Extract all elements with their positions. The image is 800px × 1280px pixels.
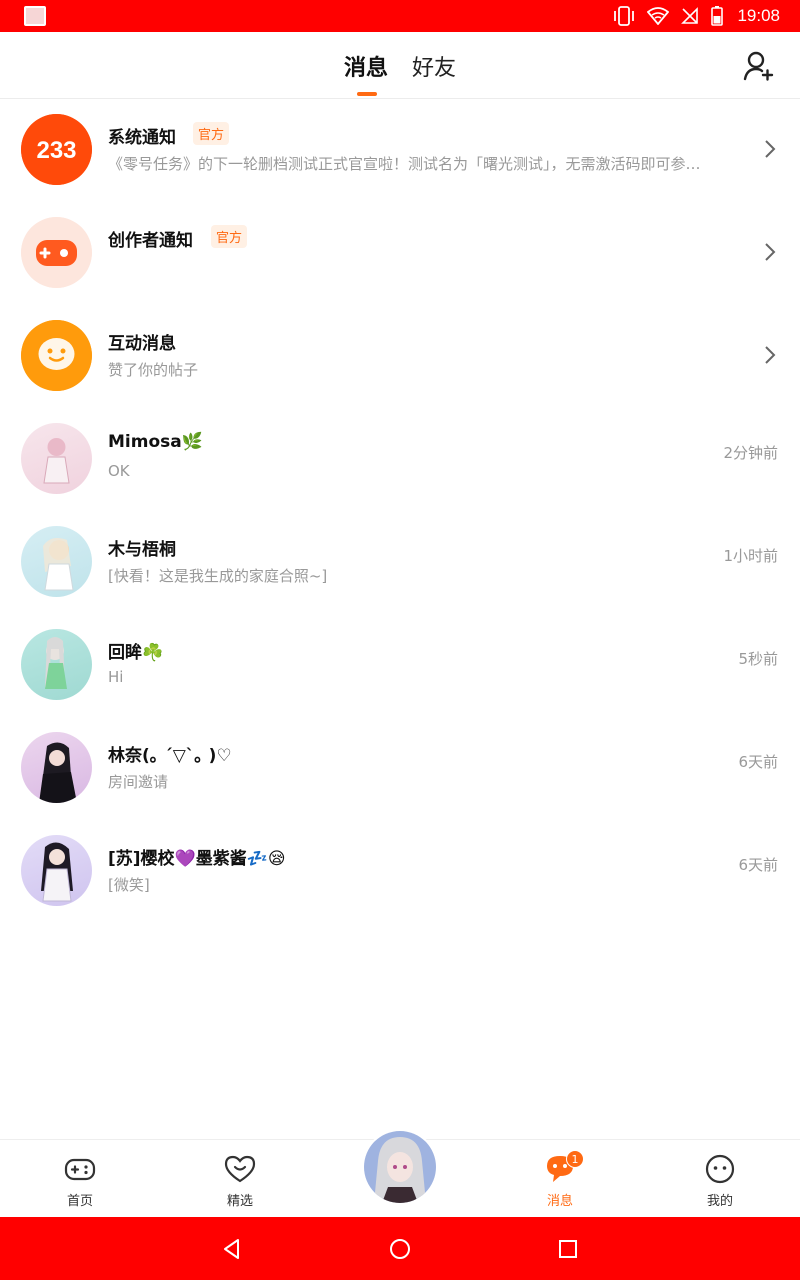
heart-icon xyxy=(224,1155,256,1183)
conversation-row[interactable]: Mimosa🌿 OK 2分钟前 xyxy=(0,408,800,511)
row-name: 林奈(｡ ˊ▽ˋ｡ )♡ xyxy=(108,746,232,766)
list-item-system-notice[interactable]: 233 系统通知 官方 《零号任务》的下一轮删档测试正式官宣啦！测试名为「曙光测… xyxy=(0,99,800,202)
face-icon xyxy=(705,1154,735,1184)
message-count-badge: 1 xyxy=(566,1150,584,1168)
svg-text:233: 233 xyxy=(36,137,76,164)
row-time: 6天前 xyxy=(738,856,778,874)
avatar xyxy=(21,629,92,700)
avatar xyxy=(21,835,92,906)
header: 消息 好友 xyxy=(0,32,800,99)
nav-home[interactable]: 首页 xyxy=(40,1152,120,1209)
character-avatar-icon xyxy=(364,1131,436,1203)
nav-label: 精选 xyxy=(226,1194,253,1209)
home-icon[interactable] xyxy=(388,1237,412,1261)
row-name: 创作者通知 xyxy=(108,231,193,251)
row-name: Mimosa🌿 xyxy=(108,432,203,452)
row-time: 1小时前 xyxy=(723,547,778,565)
nav-messages[interactable]: 消息 xyxy=(520,1152,600,1209)
avatar xyxy=(21,423,92,494)
no-signal-icon xyxy=(681,7,699,24)
avatar xyxy=(21,732,92,803)
conversation-row[interactable]: 林奈(｡ ˊ▽ˋ｡ )♡ 房间邀请 6天前 xyxy=(0,717,800,820)
avatar xyxy=(21,526,92,597)
battery-icon xyxy=(711,6,724,26)
row-name: [苏]樱校💜墨紫酱💤😪 xyxy=(108,849,286,869)
character-avatar-icon xyxy=(45,637,67,689)
chevron-right-icon xyxy=(765,140,776,158)
official-badge: 官方 xyxy=(193,122,230,145)
gamepad-icon xyxy=(21,217,92,288)
character-avatar-icon xyxy=(41,842,73,902)
row-time: 2分钟前 xyxy=(723,444,778,462)
row-time: 5秒前 xyxy=(738,650,778,668)
user-avatar-center[interactable] xyxy=(362,1129,438,1205)
list-item-creator-notice[interactable]: 创作者通知 官方 xyxy=(0,202,800,305)
character-avatar-icon xyxy=(43,438,70,484)
tab-messages[interactable]: 消息 xyxy=(344,50,388,82)
row-preview: Hi xyxy=(108,668,124,686)
character-avatar-icon xyxy=(43,538,74,591)
avatar xyxy=(21,320,92,391)
avatar xyxy=(21,217,92,288)
conversation-row[interactable]: [苏]樱校💜墨紫酱💤😪 [微笑] 6天前 xyxy=(0,820,800,923)
back-icon[interactable] xyxy=(220,1237,244,1261)
chevron-right-icon xyxy=(765,243,776,261)
nav-label: 我的 xyxy=(706,1194,733,1209)
nav-label: 消息 xyxy=(546,1194,573,1209)
chat-bubble-face-icon xyxy=(21,320,92,391)
row-name: 木与梧桐 xyxy=(108,540,176,560)
add-user-icon[interactable] xyxy=(742,50,774,82)
conversation-row[interactable]: 回眸☘️ Hi 5秒前 xyxy=(0,614,800,717)
row-preview: 《零号任务》的下一轮删档测试正式官宣啦！测试名为「曙光测试」，无需激活码即可参… xyxy=(108,155,701,173)
row-preview: [微笑] xyxy=(108,876,150,894)
status-icons: 19:08 xyxy=(613,0,780,32)
active-tab-indicator xyxy=(357,92,377,96)
system-nav-bar xyxy=(0,1217,800,1280)
avatar: 233 xyxy=(21,114,92,185)
row-preview: 赞了你的帖子 xyxy=(108,361,199,379)
app-notification-icon xyxy=(24,6,46,26)
row-time: 6天前 xyxy=(738,753,778,771)
row-name: 互动消息 xyxy=(108,334,176,354)
status-time: 19:08 xyxy=(737,6,780,25)
nav-label: 首页 xyxy=(66,1194,93,1209)
row-name: 回眸☘️ xyxy=(108,643,164,663)
status-bar: 19:08 xyxy=(0,0,800,32)
tab-friends[interactable]: 好友 xyxy=(412,50,456,82)
character-avatar-icon xyxy=(39,742,77,803)
vibrate-icon xyxy=(614,6,635,26)
gamepad-icon xyxy=(64,1158,96,1181)
chevron-right-icon xyxy=(765,346,776,364)
logo-233-icon: 233 xyxy=(21,114,92,185)
list-item-interactions[interactable]: 互动消息 赞了你的帖子 xyxy=(0,305,800,408)
row-preview: [快看！这是我生成的家庭合照~] xyxy=(108,567,328,585)
wifi-icon xyxy=(647,7,670,25)
nav-profile[interactable]: 我的 xyxy=(680,1152,760,1209)
conversation-row[interactable]: 木与梧桐 [快看！这是我生成的家庭合照~] 1小时前 xyxy=(0,511,800,614)
nav-featured[interactable]: 精选 xyxy=(200,1152,280,1209)
recents-icon[interactable] xyxy=(556,1237,580,1261)
row-name: 系统通知 xyxy=(108,128,176,148)
official-badge: 官方 xyxy=(211,225,248,248)
row-preview: 房间邀请 xyxy=(108,773,169,791)
row-preview: OK xyxy=(108,462,130,480)
